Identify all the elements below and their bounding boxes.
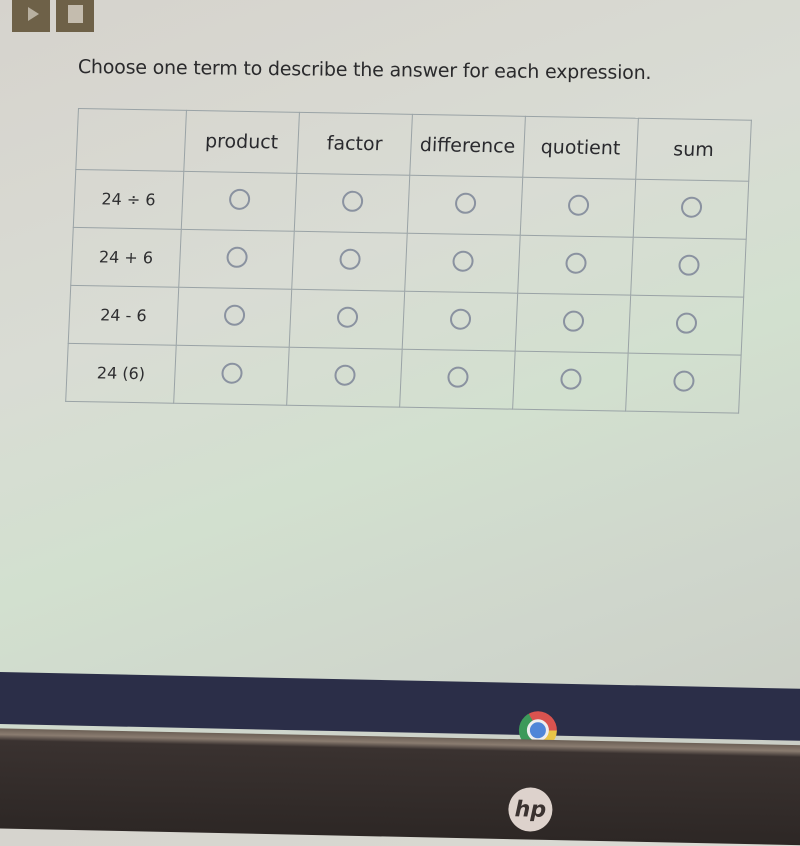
radio-24div6-sum[interactable] bbox=[680, 196, 703, 218]
radio-24minus6-sum[interactable] bbox=[675, 312, 697, 334]
radio-24minus6-factor[interactable] bbox=[336, 306, 358, 328]
radio-24plus6-quotient[interactable] bbox=[564, 252, 587, 274]
play-button[interactable] bbox=[12, 0, 50, 32]
hp-logo-icon: hp bbox=[507, 787, 553, 833]
radio-24times6-product[interactable] bbox=[220, 362, 243, 384]
radio-24div6-quotient[interactable] bbox=[567, 194, 590, 216]
column-header-factor: factor bbox=[296, 112, 413, 176]
row-expression: 24 (6) bbox=[65, 343, 177, 404]
media-controls bbox=[12, 0, 94, 32]
table-row: 24 (6) bbox=[65, 343, 742, 414]
column-header-sum: sum bbox=[635, 118, 752, 182]
column-header-difference: difference bbox=[409, 114, 526, 178]
radio-24minus6-product[interactable] bbox=[223, 304, 246, 326]
radio-24times6-difference[interactable] bbox=[446, 366, 469, 388]
radio-24div6-product[interactable] bbox=[228, 188, 251, 211]
radio-24minus6-quotient[interactable] bbox=[562, 310, 584, 332]
laptop-bezel: hp bbox=[0, 728, 800, 846]
chrome-icon-center bbox=[526, 719, 550, 742]
stop-icon bbox=[67, 5, 83, 23]
radio-24times6-factor[interactable] bbox=[333, 364, 356, 386]
stop-button[interactable] bbox=[56, 0, 94, 32]
radio-24times6-sum[interactable] bbox=[672, 370, 695, 392]
question-instructions: Choose one term to describe the answer f… bbox=[77, 56, 652, 85]
radio-24plus6-sum[interactable] bbox=[677, 254, 700, 276]
row-expression: 24 ÷ 6 bbox=[73, 169, 184, 230]
radio-24div6-difference[interactable] bbox=[454, 192, 477, 214]
radio-24plus6-factor[interactable] bbox=[338, 248, 361, 270]
row-expression: 24 + 6 bbox=[70, 227, 182, 288]
column-header-quotient: quotient bbox=[522, 116, 639, 180]
radio-24plus6-difference[interactable] bbox=[451, 250, 474, 272]
radio-24plus6-product[interactable] bbox=[225, 246, 248, 268]
column-header-product: product bbox=[183, 110, 300, 174]
corner-cell bbox=[75, 108, 187, 172]
play-icon bbox=[27, 7, 39, 21]
radio-24times6-quotient[interactable] bbox=[559, 368, 582, 390]
radio-24minus6-difference[interactable] bbox=[449, 308, 471, 330]
matching-table: product factor difference quotient sum 2… bbox=[65, 108, 752, 414]
answer-grid: product factor difference quotient sum 2… bbox=[65, 108, 752, 414]
row-expression: 24 - 6 bbox=[68, 285, 179, 346]
radio-24div6-factor[interactable] bbox=[341, 190, 364, 212]
